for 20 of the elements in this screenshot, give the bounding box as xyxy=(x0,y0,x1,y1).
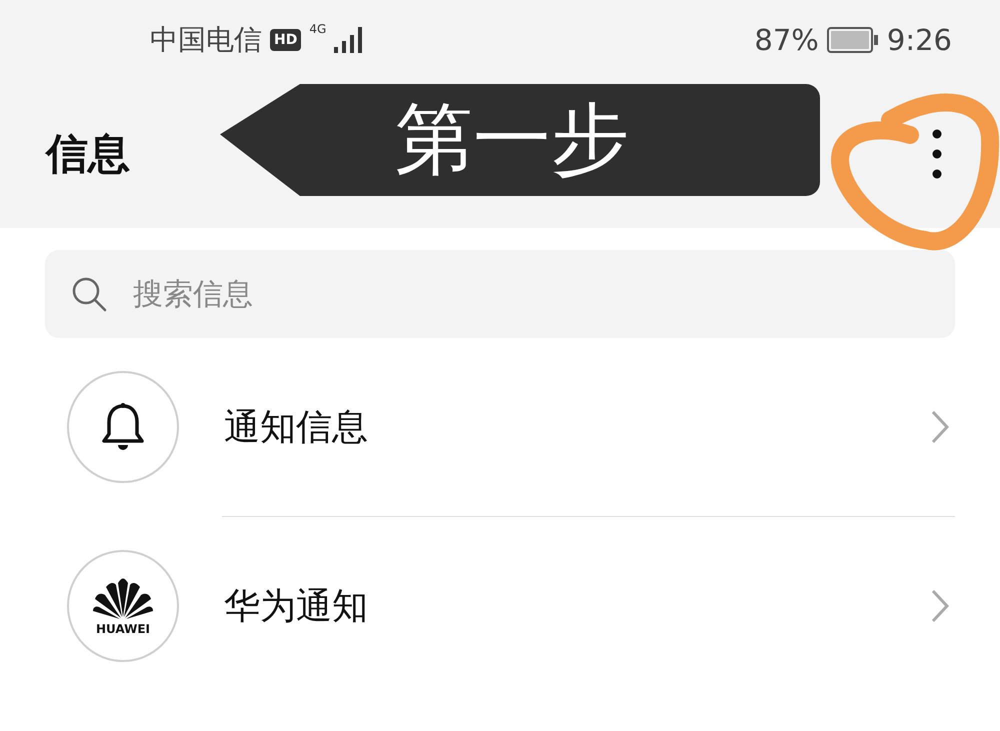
network-type: 4G xyxy=(309,22,326,36)
carrier-name: 中国电信 xyxy=(150,22,262,58)
bell-icon xyxy=(101,402,145,452)
more-options-icon xyxy=(932,129,942,179)
hd-badge: HD xyxy=(270,29,302,51)
item-label: 华为通知 xyxy=(224,584,369,628)
battery-percent: 87% xyxy=(754,23,819,57)
chevron-right-icon xyxy=(931,589,949,623)
page-title: 信息 xyxy=(46,128,130,180)
signal-icon xyxy=(334,27,364,53)
clock-time: 9:26 xyxy=(886,23,952,57)
search-field[interactable]: 搜索信息 xyxy=(45,250,955,338)
item-label: 通知信息 xyxy=(224,406,369,450)
chevron-right-icon xyxy=(931,410,949,444)
list-item[interactable]: 通知信息 xyxy=(45,338,955,516)
battery-icon xyxy=(826,27,879,53)
step-callout: 第一步 xyxy=(220,84,820,196)
petal-logo-icon xyxy=(92,576,154,618)
list-item[interactable]: HUAWEI 华为通知 xyxy=(45,517,955,695)
logo-text: HUAWEI xyxy=(96,622,150,636)
